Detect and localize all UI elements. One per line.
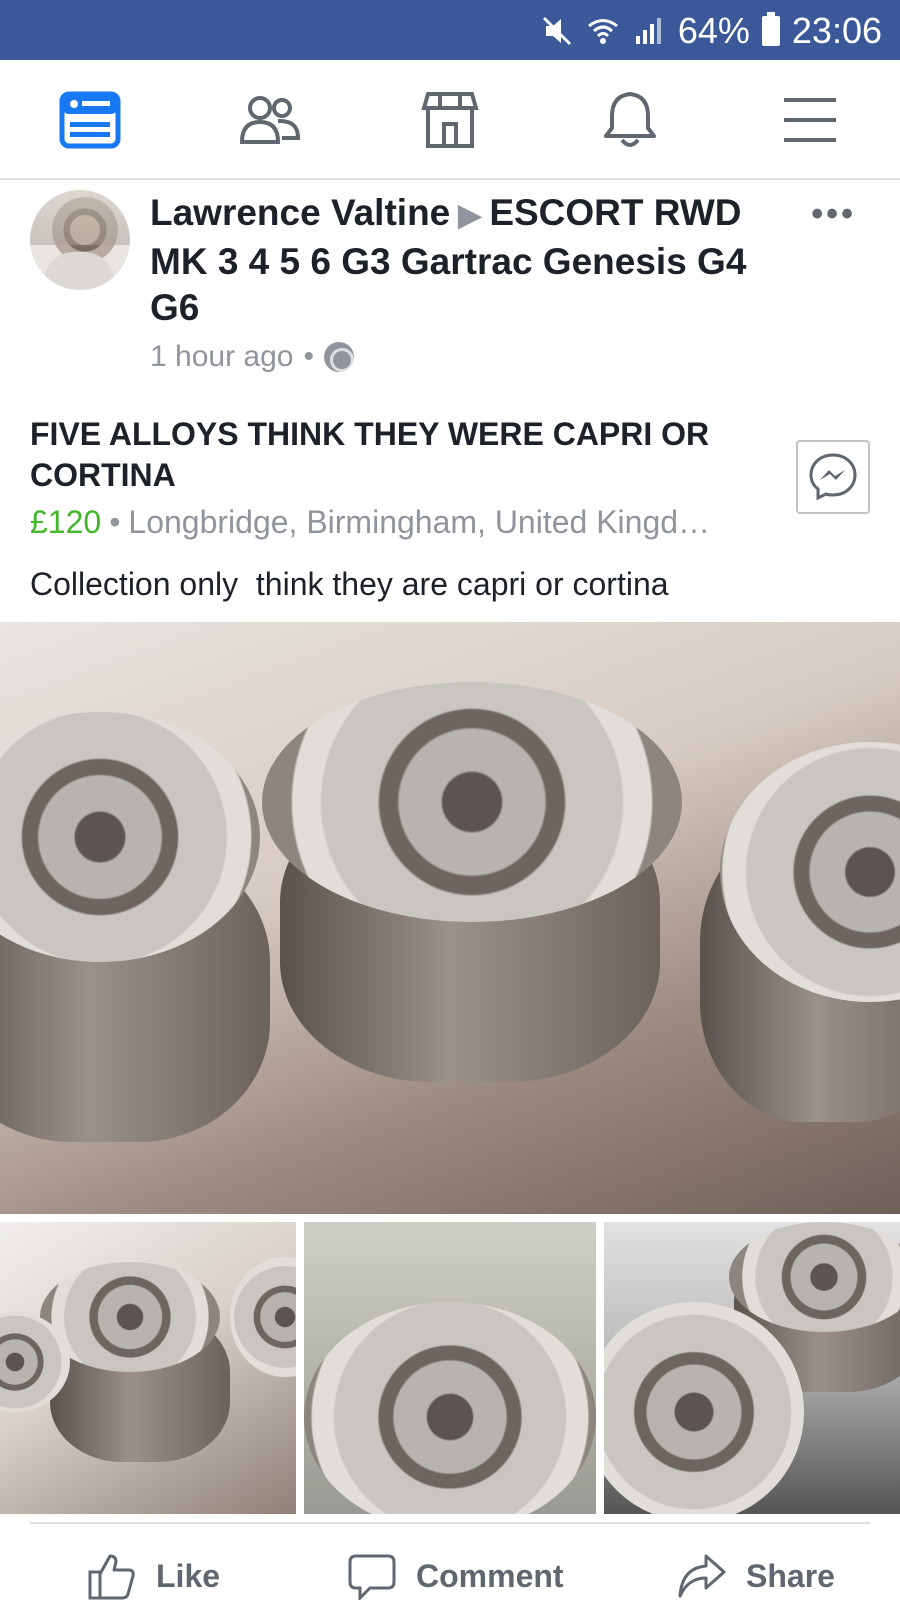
wifi-icon bbox=[587, 19, 618, 44]
marketplace-icon[interactable] bbox=[418, 88, 482, 152]
price-location-row: £120 • Longbridge, Birmingham, United King… bbox=[30, 504, 770, 541]
listing-title: FIVE ALLOYS THINK THEY WERE CAPRI OR COR… bbox=[30, 416, 710, 493]
mute-icon bbox=[542, 16, 571, 46]
comment-label: Comment bbox=[416, 1557, 564, 1594]
listing-description: Collection only think they are capri or … bbox=[30, 566, 669, 602]
post-time[interactable]: 1 hour ago bbox=[150, 340, 293, 374]
comment-icon bbox=[348, 1554, 396, 1600]
share-icon bbox=[678, 1554, 726, 1598]
clock: 23:06 bbox=[791, 10, 882, 51]
share-button[interactable]: Share bbox=[676, 1550, 835, 1600]
messenger-icon bbox=[809, 453, 857, 501]
post-meta: 1 hour ago • bbox=[150, 340, 354, 374]
main-photo[interactable] bbox=[0, 622, 900, 1214]
signal-icon bbox=[635, 18, 661, 44]
battery-percent: 64% bbox=[677, 10, 750, 51]
price: £120 bbox=[30, 504, 102, 540]
comment-button[interactable]: Comment bbox=[346, 1550, 564, 1600]
avatar[interactable] bbox=[30, 190, 130, 290]
photo-thumbnail[interactable] bbox=[0, 1222, 296, 1514]
status-bar: 64% 23:06 bbox=[0, 0, 900, 60]
share-label: Share bbox=[746, 1557, 835, 1594]
meta-separator: • bbox=[109, 504, 121, 540]
friends-icon[interactable] bbox=[238, 88, 302, 152]
like-label: Like bbox=[156, 1557, 221, 1594]
top-nav-bar bbox=[0, 60, 900, 180]
like-button[interactable]: Like bbox=[86, 1550, 220, 1600]
news-feed-icon[interactable] bbox=[58, 88, 122, 152]
messenger-button[interactable] bbox=[796, 440, 870, 514]
menu-icon[interactable] bbox=[778, 88, 842, 152]
action-bar: Like Comment Share bbox=[0, 1530, 900, 1600]
play-arrow-icon: ▶ bbox=[458, 199, 482, 232]
more-options-button[interactable]: ••• bbox=[811, 195, 856, 234]
globe-icon bbox=[323, 342, 354, 372]
location: Longbridge, Birmingham, United Kingd… bbox=[128, 504, 711, 540]
meta-separator: • bbox=[303, 340, 314, 373]
notifications-icon[interactable] bbox=[598, 88, 662, 152]
photo-thumbnail[interactable] bbox=[604, 1222, 900, 1514]
thumbs-up-icon bbox=[88, 1554, 135, 1600]
author-name[interactable]: Lawrence Valtine bbox=[150, 192, 450, 233]
photo-thumbnail[interactable] bbox=[304, 1222, 596, 1514]
divider bbox=[30, 1522, 870, 1524]
post-header: Lawrence Valtine ▶ ESCORT RWD MK 3 4 5 6 G… bbox=[150, 190, 800, 331]
battery-icon bbox=[761, 12, 780, 46]
